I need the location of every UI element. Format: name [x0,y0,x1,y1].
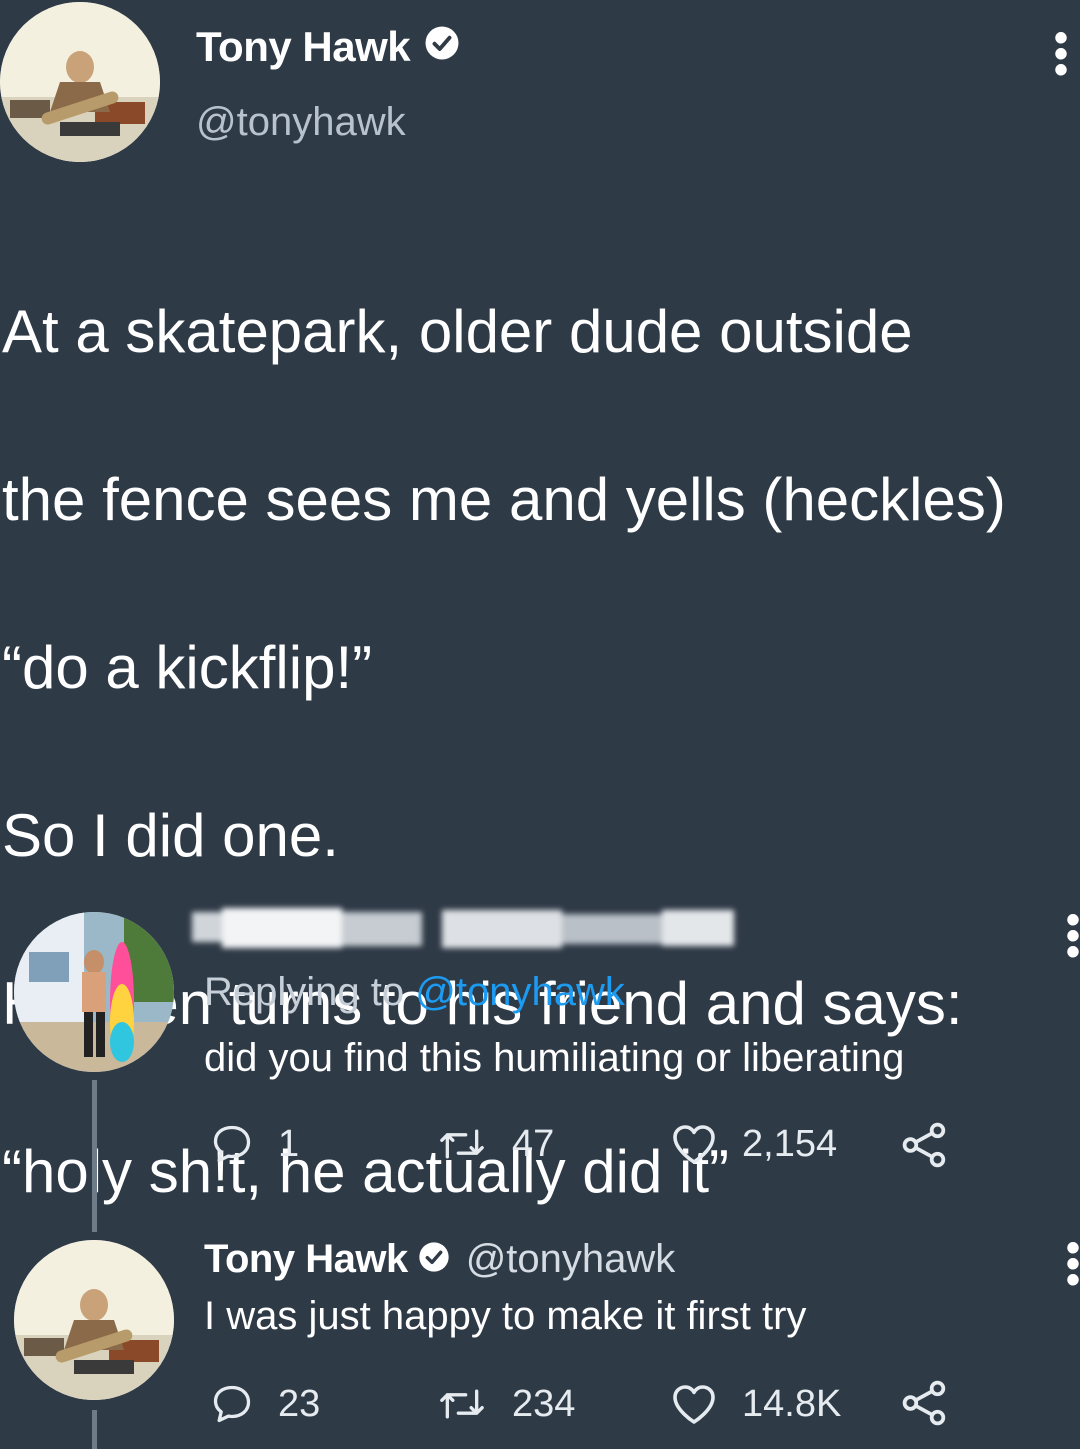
main-handle[interactable]: @tonyhawk [196,100,406,145]
blurred-display-name [192,908,734,948]
heart-icon [673,1125,715,1164]
share-button[interactable] [900,1122,974,1168]
like-count: 2,154 [742,1122,838,1165]
retweet-icon [440,1129,484,1159]
tweet-line: “do a kickflip!” [2,634,373,701]
tony-reply-retweet-button[interactable]: 234 [436,1382,575,1426]
tony-reply-text: I was just happy to make it first try [204,1294,807,1338]
tony-reply-reply-count: 23 [278,1382,321,1425]
share-icon [902,1122,946,1168]
tony-reply-name-row: Tony Hawk @tonyhawk [204,1234,675,1284]
tweet-line: At a skatepark, older dude outside [2,298,913,365]
reply-text: did you find this humiliating or liberat… [204,1036,905,1080]
tony-hawk-avatar[interactable] [0,2,160,162]
tony-reply-display-name[interactable]: Tony Hawk [204,1237,408,1282]
tony-reply-reply-button[interactable]: 23 [210,1382,320,1426]
retweet-icon [440,1389,484,1419]
main-display-name-row: Tony Hawk [196,22,460,72]
heart-icon [673,1385,715,1424]
retweet-count: 47 [512,1122,555,1165]
main-display-name[interactable]: Tony Hawk [196,23,411,71]
tony-reply-retweet-count: 234 [512,1382,576,1425]
vertical-ellipsis-icon[interactable]: • • • [1046,18,1076,90]
tweet-line: So I did one. [2,802,339,869]
tony-hawk-reply-avatar[interactable] [14,1240,174,1400]
tony-reply-like-count: 14.8K [742,1382,842,1425]
replying-handle-link[interactable]: @tonyhawk [415,970,625,1014]
comment-icon [213,1385,251,1423]
replier-avatar[interactable] [14,912,174,1072]
tony-reply-like-button[interactable]: 14.8K [670,1382,841,1426]
retweet-button[interactable]: 47 [436,1122,554,1166]
reply-more-icon[interactable]: • • • [1058,900,1080,972]
tony-reply-more-icon[interactable]: • • • [1058,1228,1080,1300]
like-button[interactable]: 2,154 [670,1122,837,1166]
tweet-line: the fence sees me and yells (heckles) [2,466,1006,533]
verified-badge-icon [424,23,460,71]
replying-prefix: Replying to [204,970,405,1014]
reply-button[interactable]: 1 [210,1122,299,1166]
share-icon [902,1380,946,1426]
thread-line-continuation [92,1410,97,1449]
comment-icon [213,1125,251,1163]
verified-badge-icon [418,1241,450,1278]
tony-reply-handle[interactable]: @tonyhawk [466,1237,676,1282]
reply-count: 1 [278,1122,300,1165]
thread-line [92,1080,97,1232]
tony-reply-share-button[interactable] [900,1380,974,1426]
replying-to-line: Replying to @tonyhawk [204,970,625,1015]
